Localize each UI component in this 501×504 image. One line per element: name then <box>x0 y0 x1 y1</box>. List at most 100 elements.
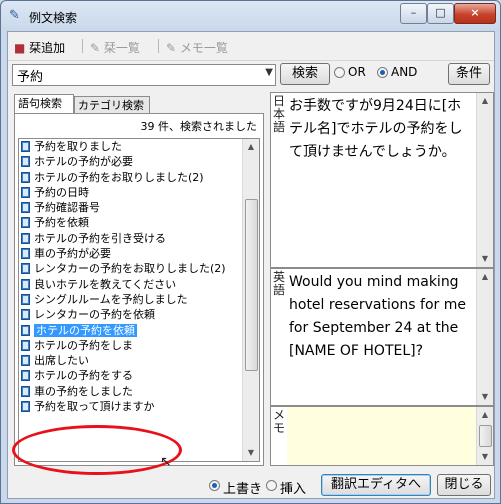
search-input[interactable]: 予約 ▼ <box>12 64 276 86</box>
search-row: 予約 ▼ 検索 OR AND 条件 <box>8 62 494 88</box>
document-icon <box>21 324 30 336</box>
document-icon <box>21 156 30 168</box>
pencil-icon: ✎ <box>9 8 20 23</box>
list-item-label: レンタカーの予約を依頼 <box>34 308 155 322</box>
add-bookmark-label: 栞追加 <box>29 41 66 55</box>
list-item-label: 良いホテルを教えてください <box>34 277 177 291</box>
scrollbar-thumb[interactable] <box>479 425 492 447</box>
and-radio[interactable] <box>377 67 388 78</box>
list-item[interactable]: ホテルの予約を依頼 <box>19 323 259 338</box>
maximize-button[interactable]: □ <box>427 3 454 24</box>
bookmark-list-label: 栞一覧 <box>103 41 140 55</box>
list-item-label: 予約確認番号 <box>34 201 100 215</box>
list-item[interactable]: 車の予約をしました <box>19 384 259 399</box>
list-item[interactable]: レンタカーの予約を依頼 <box>19 307 259 322</box>
list-item[interactable]: 予約を取って頂けますか <box>19 399 259 414</box>
list-item[interactable]: 車の予約が必要 <box>19 246 259 261</box>
list-item-label: レンタカーの予約をお取りしました(2) <box>34 262 226 276</box>
japanese-panel[interactable]: 日本語 お手数ですが9月24日に[ホテル名]でホテルの予約をして頂けませんでしょ… <box>270 92 494 268</box>
document-icon <box>21 401 30 413</box>
japanese-scrollbar[interactable]: ▲ ▼ <box>476 93 493 267</box>
list-item[interactable]: ホテルの予約を引き受ける <box>19 231 259 246</box>
title-bar[interactable]: ✎ 例文検索 – □ × <box>1 1 500 31</box>
list-item[interactable]: レンタカーの予約をお取りしました(2) <box>19 261 259 276</box>
example-search-window: ✎ 例文検索 – □ × ■ 栞追加 ✎ 栞一覧 ✎ メモ一覧 予約 ▼ 検索 … <box>0 0 501 504</box>
overwrite-radio[interactable] <box>209 480 220 491</box>
scroll-up-icon[interactable]: ▲ <box>477 407 493 423</box>
list-item-label: 予約の日時 <box>34 185 89 199</box>
list-item[interactable]: ホテルの予約をお取りしました(2) <box>19 170 259 185</box>
condition-button[interactable]: 条件 <box>448 63 490 85</box>
scroll-down-icon[interactable]: ▼ <box>477 251 493 267</box>
document-icon <box>21 355 30 367</box>
list-item[interactable]: 良いホテルを教えてください <box>19 277 259 292</box>
scrollbar-thumb[interactable] <box>245 199 258 371</box>
memo-textarea[interactable] <box>287 407 476 465</box>
scroll-up-icon[interactable]: ▲ <box>477 269 493 285</box>
search-button[interactable]: 検索 <box>280 63 330 85</box>
document-icon <box>21 385 30 397</box>
english-panel[interactable]: 英語 Would you mind making hotel reservati… <box>270 268 494 406</box>
client-area: ■ 栞追加 ✎ 栞一覧 ✎ メモ一覧 予約 ▼ 検索 OR AND 条件 語句検… <box>7 31 495 499</box>
search-results-pane: 語句検索 カテゴリ検索 39 件、検索されました 予約を取りました ホテルの予約が… <box>12 92 264 475</box>
bookmark-icon: ■ <box>14 41 26 55</box>
list-item-label: 予約を取りました <box>34 140 122 153</box>
results-items: 予約を取りました ホテルの予約が必要 ホテルの予約をお取りしました(2) 予約の日時予… <box>19 139 259 414</box>
list-item[interactable]: 出席したい <box>19 353 259 368</box>
document-icon <box>21 232 30 244</box>
document-icon <box>21 278 30 290</box>
list-item[interactable]: 予約の日時 <box>19 185 259 200</box>
memo-panel[interactable]: メモ ▲ ▼ <box>270 406 494 466</box>
or-radio[interactable] <box>334 67 345 78</box>
list-item-label: 車の予約が必要 <box>34 247 111 261</box>
tab-panel: 39 件、検索されました 予約を取りました ホテルの予約が必要 ホテルの予約をお取り… <box>14 113 264 466</box>
detail-pane: 日本語 お手数ですが9月24日に[ホテル名]でホテルの予約をして頂けませんでしょ… <box>270 92 494 466</box>
scroll-up-icon[interactable]: ▲ <box>243 139 259 155</box>
close-button[interactable]: 閉じる <box>437 474 491 496</box>
memo-icon: ✎ <box>166 41 177 55</box>
translation-editor-button[interactable]: 翻訳エディタへ <box>321 474 431 496</box>
list-item-label: ホテルの予約をする <box>34 369 133 383</box>
scroll-up-icon[interactable]: ▲ <box>477 93 493 109</box>
document-icon <box>21 263 30 275</box>
memo-list-button[interactable]: ✎ メモ一覧 <box>166 39 228 56</box>
list-item-label: 予約を依頼 <box>34 216 89 230</box>
list-item[interactable]: 予約を取りました <box>19 139 259 154</box>
toolbar-divider <box>82 39 83 53</box>
add-bookmark-button[interactable]: ■ 栞追加 <box>14 39 65 56</box>
bookmark-list-button[interactable]: ✎ 栞一覧 <box>90 39 140 56</box>
toolbar: ■ 栞追加 ✎ 栞一覧 ✎ メモ一覧 <box>8 32 494 61</box>
bookmark-list-icon: ✎ <box>90 41 101 55</box>
list-item[interactable]: 予約確認番号 <box>19 200 259 215</box>
memo-scrollbar[interactable]: ▲ ▼ <box>476 407 493 465</box>
close-window-button[interactable]: × <box>454 3 496 24</box>
chevron-down-icon[interactable]: ▼ <box>265 67 273 78</box>
list-item-label: ホテルの予約をお取りしました(2) <box>34 170 204 184</box>
scroll-down-icon[interactable]: ▼ <box>477 389 493 405</box>
list-item[interactable]: シングルルームを予約しました <box>19 292 259 307</box>
list-item-label: ホテルの予約を依頼 <box>34 323 137 337</box>
document-icon <box>21 202 30 214</box>
minimize-button[interactable]: – <box>400 3 427 24</box>
english-label: 英語 <box>273 270 286 297</box>
list-item[interactable]: ホテルの予約をする <box>19 368 259 383</box>
document-icon <box>21 248 30 260</box>
results-list[interactable]: 予約を取りました ホテルの予約が必要 ホテルの予約をお取りしました(2) 予約の日時予… <box>18 138 260 462</box>
tab-category-search[interactable]: カテゴリ検索 <box>74 96 150 113</box>
english-text: Would you mind making hotel reservations… <box>289 274 466 359</box>
list-item-label: シングルルームを予約しました <box>34 292 188 306</box>
result-count: 39 件、検索されました <box>140 120 258 133</box>
list-item[interactable]: 予約を依頼 <box>19 215 259 230</box>
list-item[interactable]: ホテルの予約をしま <box>19 338 259 353</box>
overwrite-label: 上書き <box>223 482 263 497</box>
insert-radio[interactable] <box>266 480 277 491</box>
scroll-down-icon[interactable]: ▼ <box>477 449 493 465</box>
tab-phrase-search[interactable]: 語句検索 <box>14 94 74 114</box>
scroll-down-icon[interactable]: ▼ <box>243 445 259 461</box>
memo-list-label: メモ一覧 <box>179 41 228 55</box>
english-scrollbar[interactable]: ▲ ▼ <box>476 269 493 405</box>
list-item[interactable]: ホテルの予約が必要 <box>19 154 259 169</box>
and-label: AND <box>391 65 418 79</box>
toolbar-divider <box>158 39 159 53</box>
results-scrollbar[interactable]: ▲ ▼ <box>242 139 259 461</box>
